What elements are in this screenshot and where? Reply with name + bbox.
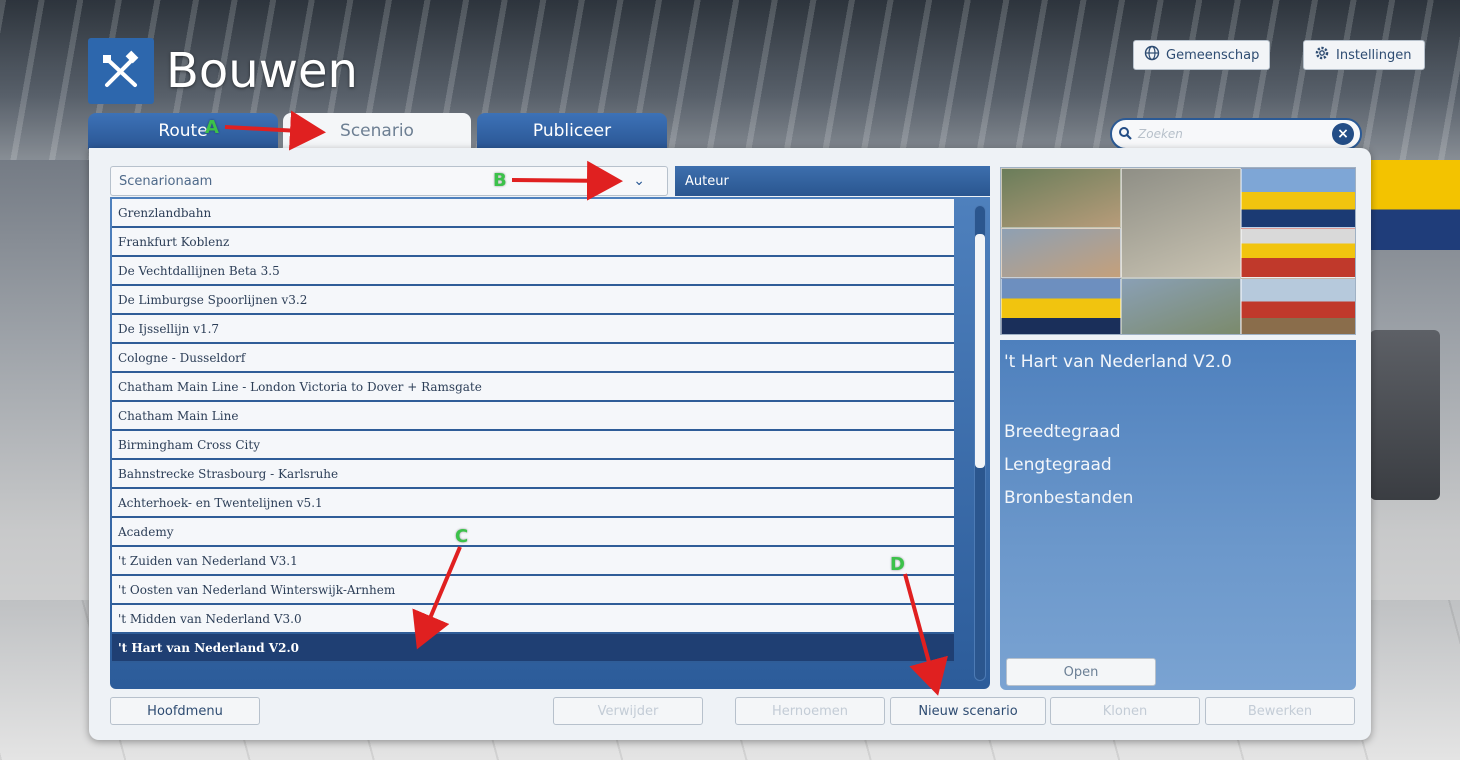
preview-tile [1001, 168, 1121, 228]
list-item[interactable]: 't Zuiden van Nederland V3.1 [112, 547, 954, 576]
globe-icon [1144, 45, 1160, 65]
list-item[interactable]: Chatham Main Line - London Victoria to D… [112, 373, 954, 402]
list-item[interactable]: Cologne - Dusseldorf [112, 344, 954, 373]
list-item[interactable]: 't Midden van Nederland V3.0 [112, 605, 954, 634]
clone-label: Klonen [1102, 703, 1148, 719]
preview-tile [1121, 168, 1241, 278]
delete-button[interactable]: Verwijder [553, 697, 703, 725]
list-item[interactable]: Academy [112, 518, 954, 547]
app-logo: Bouwen [88, 38, 358, 104]
settings-button[interactable]: Instellingen [1303, 40, 1425, 70]
background-train [1370, 160, 1460, 250]
edit-button[interactable]: Bewerken [1205, 697, 1355, 725]
open-button[interactable]: Open [1006, 658, 1156, 686]
clear-search-icon[interactable]: × [1332, 123, 1354, 145]
list-scrollbar-thumb[interactable] [975, 234, 985, 468]
clone-button[interactable]: Klonen [1050, 697, 1200, 725]
route-preview-image [1000, 167, 1356, 335]
search-icon [1118, 125, 1132, 144]
tab-scenario[interactable]: Scenario [283, 113, 471, 149]
list-item[interactable]: Chatham Main Line [112, 402, 954, 431]
list-item[interactable]: Bahnstrecke Strasbourg - Karlsruhe [112, 460, 954, 489]
scenario-name-filter[interactable]: Scenarionaam ⌄ [110, 166, 668, 196]
community-button[interactable]: Gemeenschap [1133, 40, 1270, 70]
annotation-letter-a: A [205, 117, 219, 138]
route-detail-name: 't Hart van Nederland V2.0 [1004, 352, 1232, 372]
list-item[interactable]: De Ijssellijn v1.7 [112, 315, 954, 344]
new-scenario-button[interactable]: Nieuw scenario [890, 697, 1046, 725]
route-list: Grenzlandbahn Frankfurt Koblenz De Vechtda… [112, 199, 954, 663]
search-box[interactable]: Zoeken × [1110, 118, 1362, 150]
preview-tile [1241, 168, 1355, 228]
route-detail-panel: 't Hart van Nederland V2.0 Breedtegraad … [1000, 340, 1356, 690]
longitude-label: Lengtegraad [1004, 455, 1112, 475]
rename-label: Hernoemen [772, 703, 848, 719]
list-item[interactable]: Frankfurt Koblenz [112, 228, 954, 257]
list-item[interactable]: Grenzlandbahn [112, 199, 954, 228]
annotation-letter-c: C [455, 526, 469, 547]
tab-publish[interactable]: Publiceer [477, 113, 667, 149]
rename-button[interactable]: Hernoemen [735, 697, 885, 725]
author-label: Auteur [685, 173, 729, 189]
main-menu-button[interactable]: Hoofdmenu [110, 697, 260, 725]
list-item[interactable]: Achterhoek- en Twentelijnen v5.1 [112, 489, 954, 518]
chevron-down-icon[interactable]: ⌄ [633, 173, 645, 189]
preview-tile [1001, 228, 1121, 278]
annotation-letter-d: D [890, 554, 905, 575]
delete-label: Verwijder [597, 703, 659, 719]
list-item[interactable]: De Limburgse Spoorlijnen v3.2 [112, 286, 954, 315]
list-item-selected[interactable]: 't Hart van Nederland V2.0 [112, 634, 954, 663]
tab-route[interactable]: Route [88, 113, 278, 149]
preview-tile [1001, 278, 1121, 334]
open-label: Open [1063, 664, 1099, 680]
tab-publish-label: Publiceer [532, 121, 612, 141]
scenario-name-label: Scenarionaam [119, 173, 213, 189]
new-scenario-label: Nieuw scenario [918, 703, 1018, 719]
author-filter[interactable]: Auteur [675, 166, 990, 196]
main-menu-label: Hoofdmenu [147, 703, 223, 719]
search-placeholder: Zoeken [1138, 127, 1183, 141]
list-item[interactable]: De Vechtdallijnen Beta 3.5 [112, 257, 954, 286]
list-item[interactable]: Birmingham Cross City [112, 431, 954, 460]
gear-icon [1314, 45, 1330, 65]
tab-scenario-label: Scenario [340, 121, 414, 141]
list-item[interactable]: 't Oosten van Nederland Winterswijk-Arnh… [112, 576, 954, 605]
latitude-label: Breedtegraad [1004, 422, 1121, 442]
settings-label: Instellingen [1336, 47, 1412, 63]
preview-tile [1121, 278, 1241, 334]
page-title: Bouwen [166, 43, 358, 99]
source-files-label: Bronbestanden [1004, 488, 1134, 508]
background-ticket-gate [1370, 330, 1440, 500]
annotation-letter-b: B [493, 170, 507, 191]
edit-label: Bewerken [1247, 703, 1313, 719]
hammer-wrench-icon [88, 38, 154, 104]
community-label: Gemeenschap [1166, 47, 1260, 63]
tab-route-label: Route [158, 121, 208, 141]
preview-tile [1241, 228, 1355, 278]
preview-tile [1241, 278, 1355, 334]
